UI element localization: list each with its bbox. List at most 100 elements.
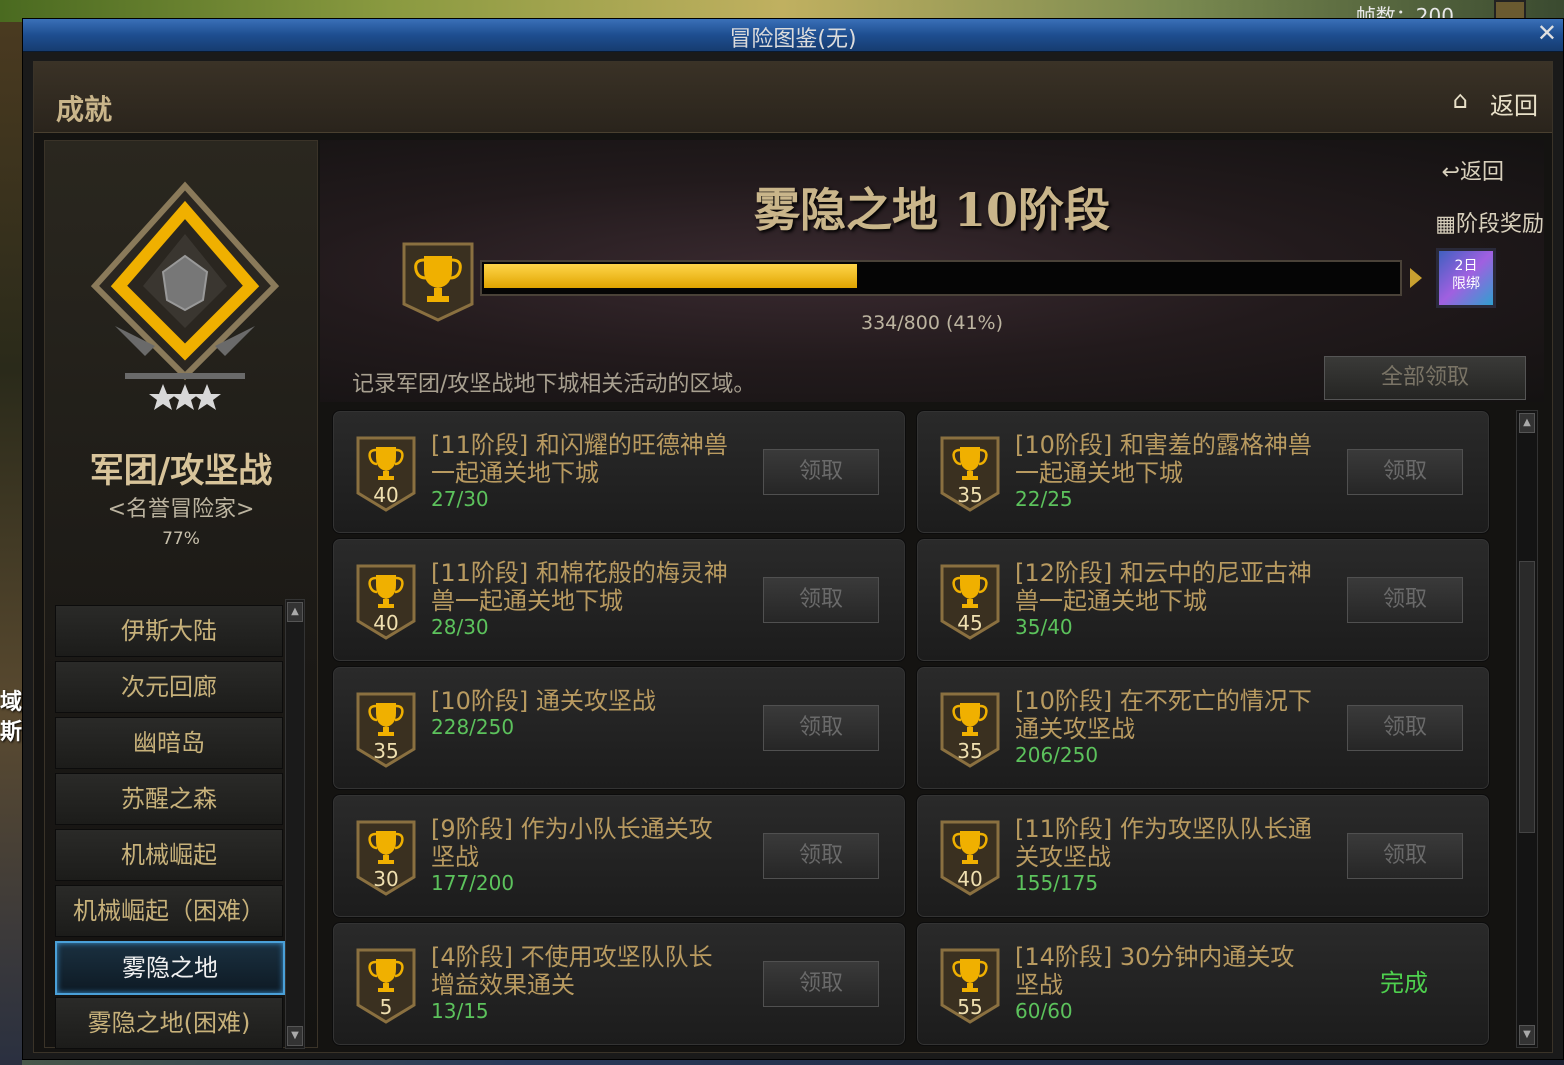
window-title: 冒险图鉴(无)	[729, 27, 857, 52]
achievement-title: [10阶段] 和害羞的露格神兽一起通关地下城	[1015, 431, 1312, 487]
category-percent: 77%	[162, 529, 200, 549]
scroll-thumb[interactable]	[1519, 561, 1535, 833]
category-name: 军团/攻坚战	[89, 451, 273, 491]
claim-button[interactable]: 领取	[1347, 705, 1463, 751]
stage-banner: 雾隐之地 10阶段 ↩返回 ▦阶段奖励 2日 限绑 334/800 (41%) …	[320, 140, 1544, 402]
claim-button[interactable]: 领取	[1347, 833, 1463, 879]
achievement-progress: 177/200	[431, 871, 515, 895]
section-title: 成就	[56, 93, 113, 126]
stage-reward-item[interactable]: 2日 限绑	[1436, 248, 1496, 308]
achievement-card: 35 [10阶段] 通关攻坚战 228/250 领取	[332, 666, 906, 790]
claim-button[interactable]: 领取	[763, 961, 879, 1007]
area-item-awakened-forest[interactable]: 苏醒之森	[55, 773, 283, 825]
area-item-mechanical-rise-hard[interactable]: 机械崛起（困难）	[55, 885, 283, 937]
gift-icon: ▦	[1435, 212, 1456, 237]
area-list: 伊斯大陆 次元回廊 幽暗岛 苏醒之森 机械崛起 机械崛起（困难） 雾隐之地 雾隐…	[55, 599, 305, 1049]
achievement-progress: 60/60	[1015, 999, 1073, 1023]
achievement-points: 40	[373, 611, 399, 635]
achievement-points: 35	[373, 739, 399, 763]
back-button[interactable]: 返回	[1490, 86, 1538, 121]
achievement-card: 35 [10阶段] 和害羞的露格神兽一起通关地下城 22/25 领取	[916, 410, 1490, 534]
achievement-card: 30 [9阶段] 作为小队长通关攻坚战 177/200 领取	[332, 794, 906, 918]
stage-progress-text: 334/800 (41%)	[860, 312, 1004, 334]
achievement-title: [9阶段] 作为小队长通关攻坚战	[431, 815, 713, 871]
claim-button[interactable]: 领取	[763, 833, 879, 879]
achievement-points: 40	[373, 483, 399, 507]
claim-button[interactable]: 领取	[1347, 577, 1463, 623]
trophy-icon: 55	[939, 947, 1001, 1025]
stage-trophy-icon	[402, 242, 474, 322]
trophy-icon: 45	[939, 563, 1001, 641]
scroll-up-icon[interactable]: ▲	[1519, 413, 1535, 433]
codex-content: 成就 ⌂ 返回 军团/攻坚战 <名誉冒险家> 77% 伊斯大陆 次元回廊 幽暗岛…	[33, 61, 1553, 1053]
trophy-icon: 40	[939, 819, 1001, 897]
trophy-icon: 35	[939, 691, 1001, 769]
achievement-card: 40 [11阶段] 和闪耀的旺德神兽一起通关地下城 27/30 领取	[332, 410, 906, 534]
scroll-down-icon[interactable]: ▼	[1519, 1025, 1535, 1045]
achievement-title: [12阶段] 和云中的尼亚古神兽一起通关地下城	[1015, 559, 1312, 615]
achievement-progress: 28/30	[431, 615, 489, 639]
scroll-up-icon[interactable]: ▲	[287, 602, 303, 622]
stage-progress-fill	[484, 264, 857, 288]
area-item-dimension-corridor[interactable]: 次元回廊	[55, 661, 283, 713]
trophy-icon: 5	[355, 947, 417, 1025]
window-titlebar[interactable]: 冒险图鉴(无) ✕	[23, 19, 1563, 52]
trophy-icon: 35	[939, 435, 1001, 513]
area-item-mist-land[interactable]: 雾隐之地	[55, 941, 285, 995]
achievement-progress: 206/250	[1015, 743, 1099, 767]
achievement-card: 35 [10阶段] 在不死亡的情况下通关攻坚战 206/250 领取	[916, 666, 1490, 790]
achievement-points: 35	[957, 739, 983, 763]
claim-button[interactable]: 领取	[763, 577, 879, 623]
achievement-progress: 27/30	[431, 487, 489, 511]
area-item-mist-land-hard[interactable]: 雾隐之地(困难)	[55, 997, 283, 1049]
stage-title: 雾隐之地 10阶段	[753, 183, 1111, 237]
claim-button[interactable]: 领取	[763, 449, 879, 495]
achievement-points: 35	[957, 483, 983, 507]
claim-all-button[interactable]: 全部领取	[1324, 356, 1526, 400]
area-item-dark-island[interactable]: 幽暗岛	[55, 717, 283, 769]
achievement-points: 40	[957, 867, 983, 891]
achievement-scrollbar[interactable]: ▲ ▼	[1516, 410, 1538, 1048]
achievement-points: 45	[957, 611, 983, 635]
category-emblem-icon	[90, 181, 280, 410]
achievement-title: [14阶段] 30分钟内通关攻坚战	[1015, 943, 1295, 999]
trophy-icon: 30	[355, 819, 417, 897]
achievement-card: 40 [11阶段] 作为攻坚队队长通关攻坚战 155/175 领取	[916, 794, 1490, 918]
achievement-title: [10阶段] 在不死亡的情况下通关攻坚战	[1015, 687, 1312, 743]
area-item-isi-continent[interactable]: 伊斯大陆	[55, 605, 283, 657]
achievement-points: 30	[373, 867, 399, 891]
home-icon[interactable]: ⌂	[1453, 86, 1468, 114]
area-item-mechanical-rise[interactable]: 机械崛起	[55, 829, 283, 881]
achievement-card: 40 [11阶段] 和棉花般的梅灵神兽一起通关地下城 28/30 领取	[332, 538, 906, 662]
stage-reward-button[interactable]: ▦阶段奖励	[1435, 206, 1544, 238]
stage-description: 记录军团/攻坚战地下城相关活动的区域。	[352, 372, 756, 397]
achievement-title: [11阶段] 和棉花般的梅灵神兽一起通关地下城	[431, 559, 728, 615]
stage-back-label: 返回	[1459, 160, 1504, 185]
claim-button[interactable]: 领取	[763, 705, 879, 751]
close-icon[interactable]: ✕	[1537, 19, 1557, 47]
achievement-card: 5 [4阶段] 不使用攻坚队队长增益效果通关 13/15 领取	[332, 922, 906, 1046]
stage-progress-bar	[480, 260, 1402, 296]
stage-back-button[interactable]: ↩返回	[1442, 154, 1504, 186]
stage-reward-label: 阶段奖励	[1455, 212, 1544, 237]
trophy-icon: 40	[355, 435, 417, 513]
trophy-icon: 35	[355, 691, 417, 769]
achievement-title: [4阶段] 不使用攻坚队队长增益效果通关	[431, 943, 713, 999]
category-title: <名誉冒险家>	[107, 497, 255, 522]
achievement-card: 55 [14阶段] 30分钟内通关攻坚战 60/60 完成	[916, 922, 1490, 1046]
area-list-scrollbar[interactable]: ▲ ▼	[285, 599, 305, 1049]
adventure-codex-window: 冒险图鉴(无) ✕ 成就 ⌂ 返回 军团/攻坚战 <名誉冒险家> 77% 伊斯大…	[22, 18, 1564, 1060]
reward-arrow-icon	[1410, 268, 1422, 288]
achievement-progress: 155/175	[1015, 871, 1099, 895]
return-arrow-icon: ↩	[1441, 160, 1460, 185]
achievement-title: [11阶段] 和闪耀的旺德神兽一起通关地下城	[431, 431, 728, 487]
achievement-complete-label: 完成	[1380, 969, 1428, 997]
achievement-grid: 40 [11阶段] 和闪耀的旺德神兽一起通关地下城 27/30 领取 35 [10阶段] …	[332, 410, 1520, 1046]
achievement-card: 45 [12阶段] 和云中的尼亚古神兽一起通关地下城 35/40 领取	[916, 538, 1490, 662]
achievement-progress: 228/250	[431, 715, 515, 739]
scroll-down-icon[interactable]: ▼	[287, 1026, 303, 1046]
claim-button[interactable]: 领取	[1347, 449, 1463, 495]
game-background-left	[0, 22, 22, 1065]
stage-panel: 雾隐之地 10阶段 ↩返回 ▦阶段奖励 2日 限绑 334/800 (41%) …	[320, 140, 1544, 1048]
achievement-points: 5	[379, 995, 393, 1019]
